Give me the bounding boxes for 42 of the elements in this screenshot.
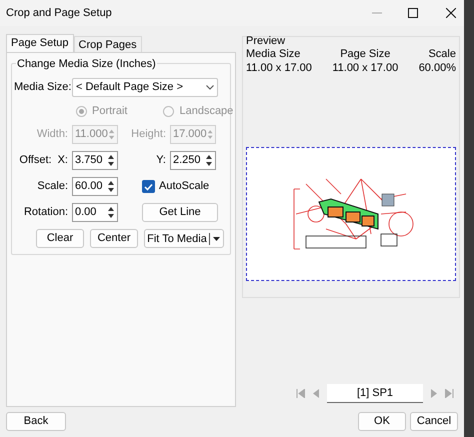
preview-heading: Page Size: [340, 47, 390, 61]
field-label: Height:: [130, 127, 167, 142]
back-button[interactable]: Back: [6, 412, 66, 430]
rotation-field[interactable]: 0.00: [72, 203, 118, 222]
chevron-down-icon: [206, 85, 214, 90]
field-label: Media Size:: [14, 80, 72, 96]
preview-heading: Media Size: [246, 47, 302, 61]
action-button[interactable]: Clear: [36, 229, 84, 248]
caret-down-icon[interactable]: [213, 236, 220, 240]
spinner-arrows-icon[interactable]: [107, 154, 115, 167]
spinner-arrows-icon[interactable]: [205, 154, 213, 167]
close-icon[interactable]: [446, 8, 456, 18]
maximize-icon[interactable]: [408, 8, 418, 18]
tab[interactable]: Page Setup: [6, 34, 74, 52]
scale-field[interactable]: 60.00: [72, 177, 118, 196]
window-title: Crop and Page Setup: [5, 6, 113, 21]
field-label: Scale:: [36, 179, 69, 194]
preview-value: 11.00 x 17.00: [332, 61, 398, 75]
media-size-dropdown[interactable]: < Default Page Size >: [72, 78, 218, 97]
offset-x-field[interactable]: 3.750: [72, 151, 118, 170]
autoscale-checkbox[interactable]: AutoScale: [142, 178, 210, 195]
spinner-arrows-icon[interactable]: [107, 206, 115, 219]
field-label: X:: [58, 153, 68, 168]
offset-y-field[interactable]: 2.250: [170, 151, 216, 170]
preview-value: 11.00 x 17.00: [246, 61, 312, 75]
field-label: Y:: [155, 153, 167, 168]
field-label: Rotation:: [22, 205, 69, 220]
cancel-button[interactable]: Cancel: [410, 412, 458, 430]
ok-button[interactable]: OK: [358, 412, 406, 430]
group-title: Change Media Size (Inches): [16, 56, 157, 72]
get-line-button[interactable]: Get Line: [142, 203, 218, 222]
field-label: Offset:: [19, 153, 52, 168]
field-label: Width:: [36, 127, 69, 142]
page-field[interactable]: [1] SP1: [327, 384, 423, 403]
action-button[interactable]: Center: [90, 229, 138, 248]
spinner-arrows-icon[interactable]: [107, 180, 115, 193]
preview-title: Preview: [246, 36, 286, 47]
fit-to-media-split-button[interactable]: Fit To Media: [144, 229, 224, 248]
tab[interactable]: Crop Pages: [74, 36, 142, 52]
checkmark-icon: [144, 182, 153, 190]
preview-heading: Scale: [428, 47, 456, 61]
preview-value: 60.00%: [418, 61, 456, 75]
